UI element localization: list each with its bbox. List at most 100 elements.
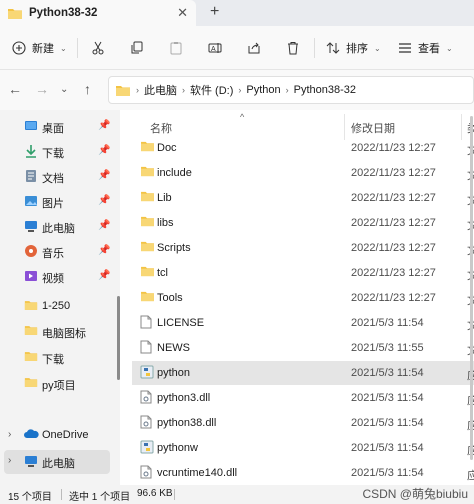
sort-button[interactable]: 排序 ⌄ (326, 36, 381, 60)
video-icon (24, 269, 38, 283)
dll-icon (140, 415, 152, 429)
sidebar-item-desktop[interactable]: 桌面 📌 (0, 115, 118, 139)
sort-up-arrow-icon: ^ (240, 112, 245, 122)
sidebar-item-music[interactable]: 音乐 📌 (0, 240, 118, 264)
sidebar-item-1-250[interactable]: 1-250 (0, 295, 118, 319)
sidebar-item-computer-icons[interactable]: 电脑图标 (0, 320, 118, 344)
plus-circle-icon (12, 41, 26, 55)
paste-button[interactable] (169, 36, 183, 60)
address-bar[interactable]: › 此电脑 › 软件 (D:) › Python › Python38-32 (108, 76, 474, 104)
back-arrow-icon[interactable]: ← (8, 81, 22, 97)
sidebar-item-pictures[interactable]: 图片 📌 (0, 190, 118, 214)
sidebar-item-this-pc-tree[interactable]: › 此电脑 (4, 450, 110, 474)
pin-icon: 📌 (98, 195, 111, 206)
delete-button[interactable] (286, 36, 300, 60)
sidebar-item-label: 视频 (42, 273, 64, 285)
chevron-right-icon[interactable]: › (8, 455, 11, 466)
sidebar-item-this-pc[interactable]: 此电脑 📌 (0, 215, 118, 239)
file-name: python38.dll (157, 417, 217, 429)
breadcrumb-python38-32[interactable]: Python38-32 (294, 84, 356, 96)
pin-icon: 📌 (98, 270, 111, 281)
table-row[interactable]: Doc2022/11/23 12:27文 (132, 136, 474, 160)
file-modified-date: 2022/11/23 12:27 (351, 292, 436, 304)
column-header-name[interactable]: 名称 (150, 120, 172, 136)
computer-icon (24, 219, 38, 233)
breadcrumb-python[interactable]: Python (246, 84, 280, 96)
sidebar-item-documents[interactable]: 文档 📌 (0, 165, 118, 189)
table-row[interactable]: pythonw2021/5/3 11:54应 (132, 436, 474, 460)
pin-icon: 📌 (98, 170, 111, 181)
sidebar-item-onedrive[interactable]: › OneDrive (0, 424, 118, 448)
dll-icon (140, 465, 152, 479)
table-row[interactable]: python2021/5/3 11:54应 (132, 361, 474, 385)
file-list-scrollbar[interactable] (470, 116, 473, 460)
pin-icon: 📌 (98, 145, 111, 156)
file-modified-date: 2021/5/3 11:55 (351, 342, 424, 354)
table-row[interactable]: python38.dll2021/5/3 11:54应 (132, 411, 474, 435)
cloud-icon (24, 428, 39, 440)
sort-label: 排序 (346, 43, 368, 55)
music-icon (24, 244, 38, 258)
desktop-icon (24, 119, 38, 133)
chevron-down-icon: ⌄ (374, 43, 381, 53)
sidebar-item-download-folder[interactable]: 下载 (0, 346, 118, 370)
forward-arrow-icon[interactable]: → (35, 81, 49, 97)
table-row[interactable]: LICENSE2021/5/3 11:54文 (132, 311, 474, 335)
file-name: include (157, 167, 192, 179)
file-name: vcruntime140.dll (157, 467, 238, 479)
chevron-right-icon[interactable]: › (8, 429, 11, 440)
sidebar-item-label: 桌面 (42, 123, 64, 135)
trash-icon (286, 41, 300, 55)
table-row[interactable]: include2022/11/23 12:27文 (132, 161, 474, 185)
folder-icon (140, 140, 155, 152)
sidebar-item-downloads[interactable]: 下载 📌 (0, 140, 118, 164)
file-modified-date: 2021/5/3 11:54 (351, 367, 424, 379)
table-row[interactable]: python3.dll2021/5/3 11:54应 (132, 386, 474, 410)
new-tab-button[interactable]: + (210, 3, 219, 21)
breadcrumb-chevron-icon: › (182, 85, 185, 95)
table-row[interactable]: Lib2022/11/23 12:27文 (132, 186, 474, 210)
tab-python38-32[interactable]: Python38-32 ✕ (0, 0, 196, 26)
folder-icon (115, 84, 131, 97)
table-row[interactable]: Tools2022/11/23 12:27文 (132, 286, 474, 310)
cut-button[interactable] (91, 36, 105, 60)
view-button[interactable]: 查看 ⌄ (398, 36, 453, 60)
up-arrow-icon[interactable]: ↑ (84, 81, 91, 97)
divider (174, 489, 175, 500)
breadcrumb-drive-d[interactable]: 软件 (D:) (190, 82, 233, 98)
sidebar-item-label: 1-250 (42, 300, 71, 312)
file-icon (140, 340, 152, 354)
close-tab-icon[interactable]: ✕ (177, 5, 188, 21)
view-icon (398, 41, 412, 55)
table-row[interactable]: NEWS2021/5/3 11:55文 (132, 336, 474, 360)
folder-icon (140, 165, 155, 177)
share-icon (247, 41, 261, 55)
file-name: python (157, 367, 191, 379)
recent-chevron-icon[interactable]: ⌄ (60, 84, 68, 95)
sidebar-item-py-project[interactable]: py项目 (0, 372, 118, 396)
new-button[interactable]: 新建 ⌄ (12, 36, 67, 60)
file-modified-date: 2022/11/23 12:27 (351, 267, 436, 279)
rename-button[interactable]: A (208, 36, 222, 60)
table-row[interactable]: vcruntime140.dll 2021/5/3 11:54 应 (132, 461, 474, 485)
folder-icon (140, 290, 155, 302)
folder-icon (140, 215, 155, 227)
folder-icon (140, 240, 155, 252)
sort-icon (326, 41, 340, 55)
copy-button[interactable] (130, 36, 144, 60)
sidebar-item-videos[interactable]: 视频 📌 (0, 265, 118, 289)
sidebar-item-label: 图片 (42, 198, 64, 210)
folder-icon (24, 324, 38, 336)
table-row[interactable]: Scripts2022/11/23 12:27文 (132, 236, 474, 260)
share-button[interactable] (247, 36, 261, 60)
table-row[interactable]: tcl2022/11/23 12:27文 (132, 261, 474, 285)
column-header-modified[interactable]: 修改日期 (351, 120, 395, 136)
folder-icon (24, 376, 38, 388)
sidebar-item-label: 下载 (42, 148, 64, 160)
file-name: python3.dll (157, 392, 211, 404)
file-modified-date: 2022/11/23 12:27 (351, 167, 436, 179)
selection-count: 选中 1 个项目 (69, 492, 131, 503)
file-modified-date: 2021/5/3 11:54 (351, 317, 424, 329)
table-row[interactable]: libs2022/11/23 12:27文 (132, 211, 474, 235)
breadcrumb-this-pc[interactable]: 此电脑 (144, 82, 177, 98)
